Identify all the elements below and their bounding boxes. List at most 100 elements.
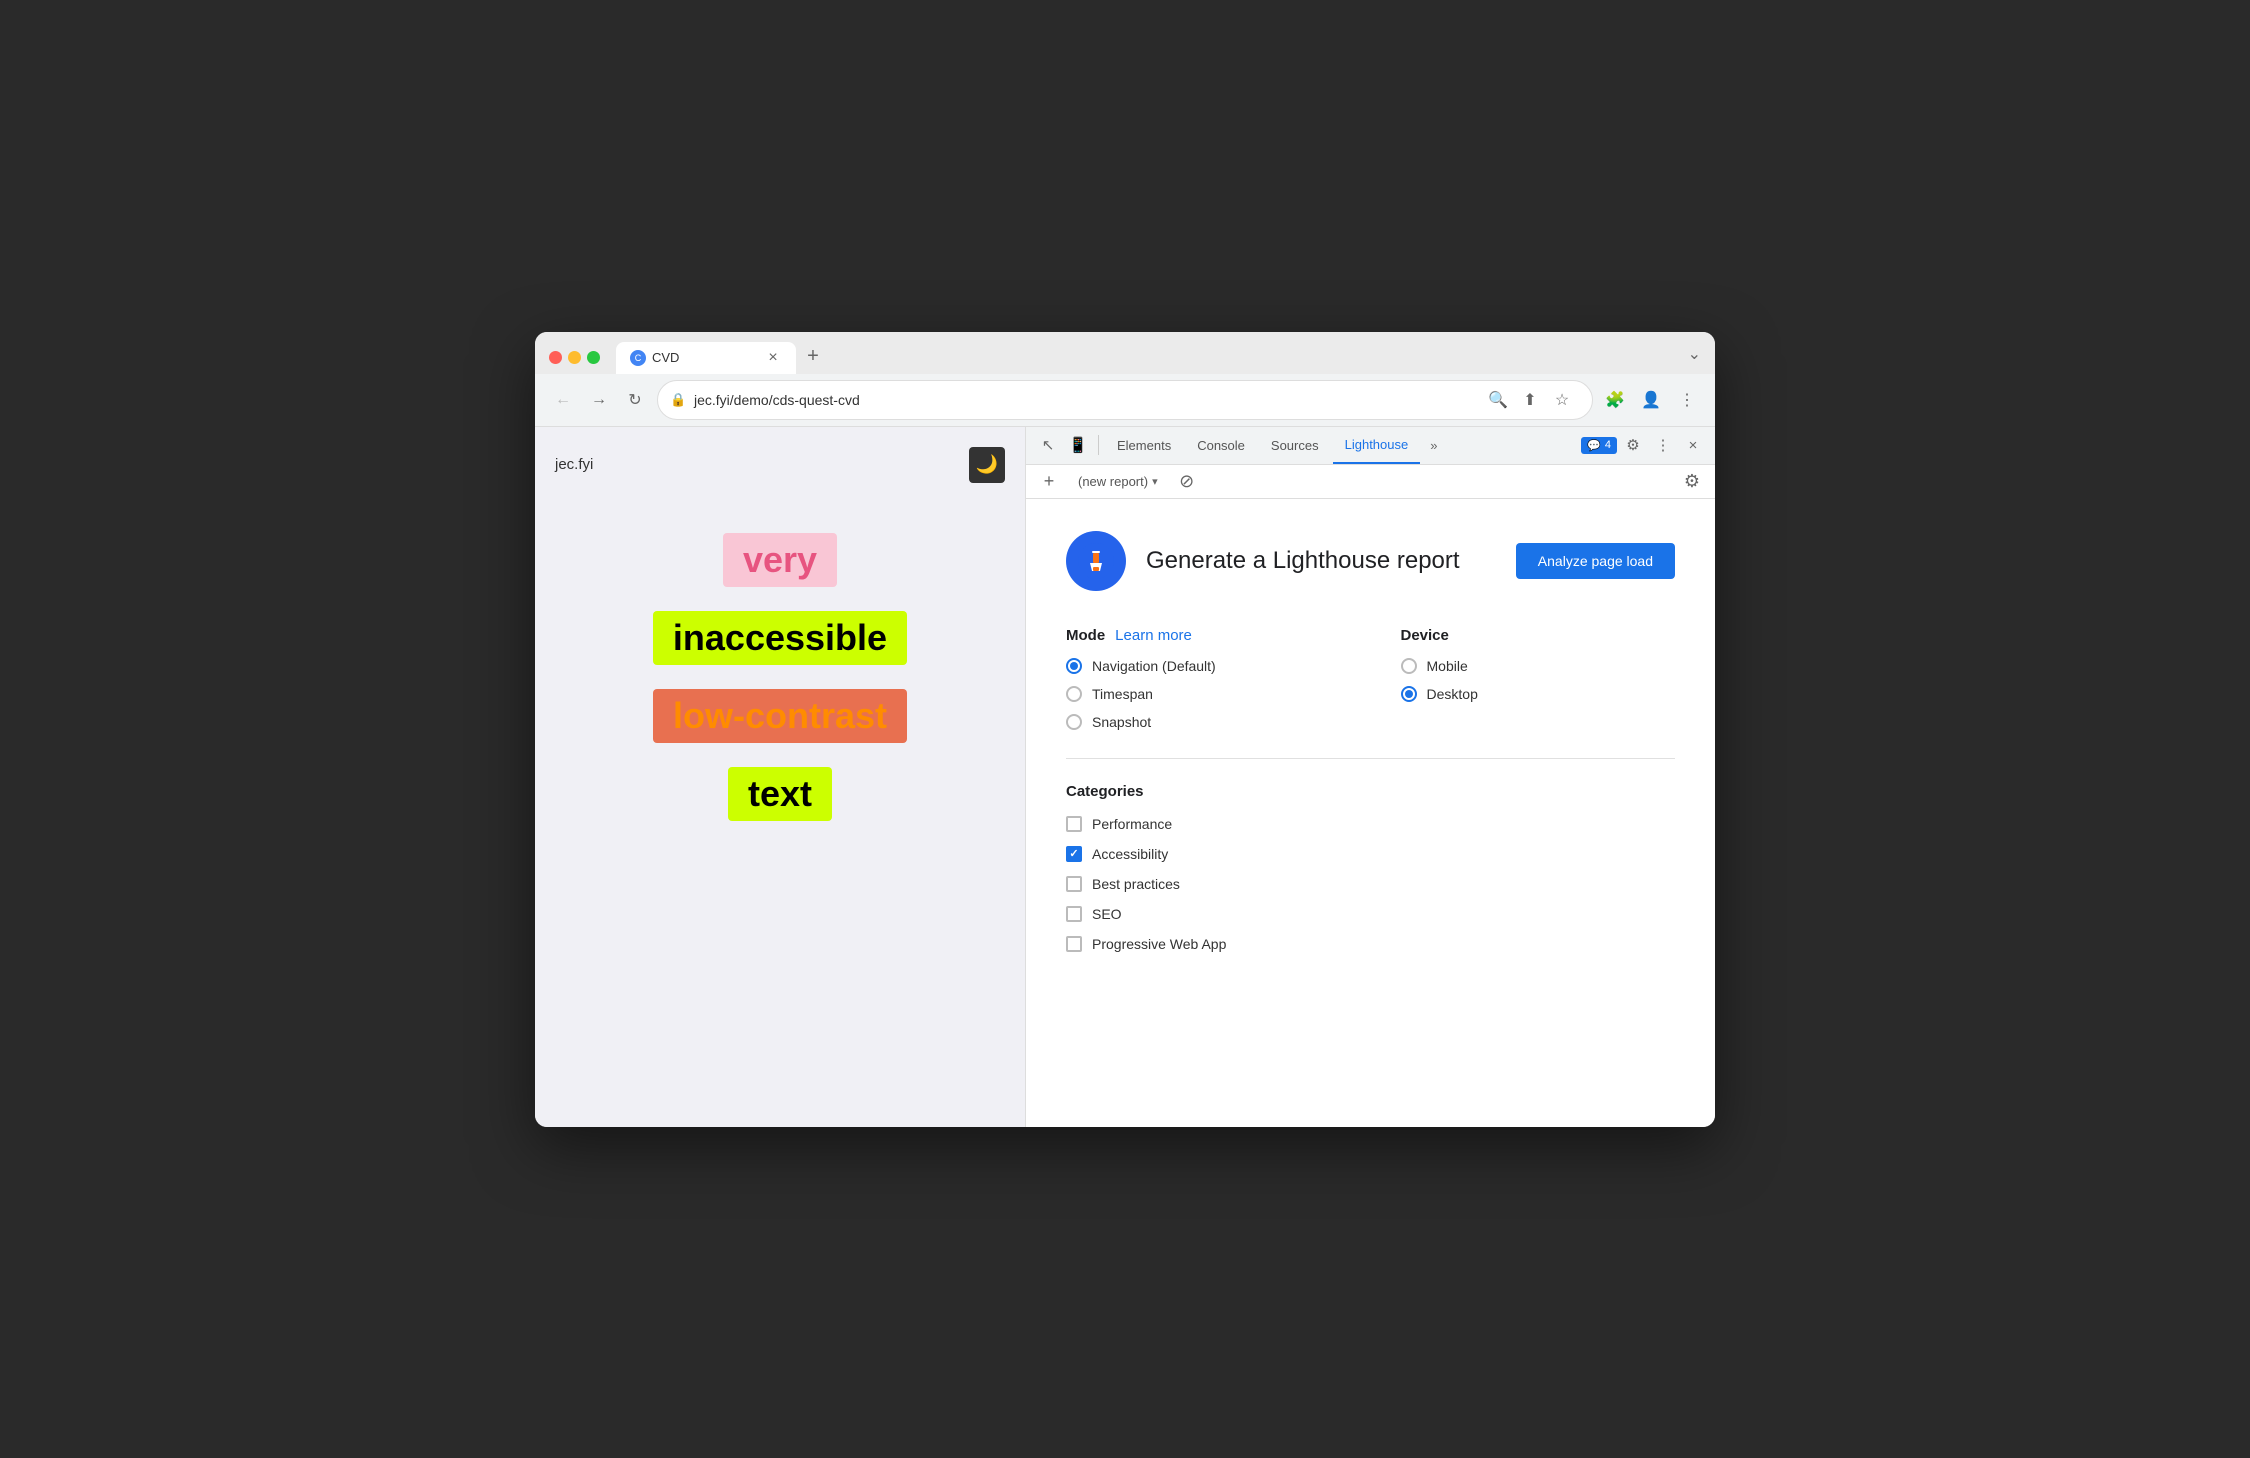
browser-menu-button[interactable]: ⋮ [1673, 386, 1701, 414]
close-traffic-light[interactable] [549, 351, 562, 364]
search-icon-btn[interactable]: 🔍 [1484, 386, 1512, 414]
category-best-practices-label: Best practices [1092, 876, 1180, 892]
tab-close-button[interactable]: × [764, 349, 782, 367]
lock-icon: 🔒 [670, 392, 686, 408]
learn-more-link[interactable]: Learn more [1115, 627, 1192, 644]
cursor-tool-button[interactable]: ↖ [1034, 431, 1062, 459]
checkbox-pwa [1066, 936, 1082, 952]
mode-timespan-label: Timespan [1092, 686, 1153, 702]
devtools-panel: ↖ 📱 Elements Console Sources Lighthouse … [1025, 427, 1715, 1127]
checkbox-accessibility: ✓ [1066, 846, 1082, 862]
checkbox-seo [1066, 906, 1082, 922]
reload-button[interactable]: ↻ [621, 386, 649, 414]
tab-more-button[interactable]: » [1422, 426, 1445, 464]
minimize-traffic-light[interactable] [568, 351, 581, 364]
chat-icon: 💬 [1587, 439, 1601, 452]
category-performance-label: Performance [1092, 816, 1172, 832]
category-accessibility-label: Accessibility [1092, 846, 1168, 862]
report-selector[interactable]: (new report) ▾ [1070, 471, 1166, 492]
analyze-page-load-button[interactable]: Analyze page load [1516, 543, 1675, 579]
device-desktop[interactable]: Desktop [1401, 686, 1676, 702]
report-placeholder: (new report) [1078, 474, 1148, 489]
tab-sources[interactable]: Sources [1259, 426, 1331, 464]
category-accessibility[interactable]: ✓ Accessibility [1066, 846, 1675, 862]
maximize-traffic-light[interactable] [587, 351, 600, 364]
radio-timespan-circle [1066, 686, 1082, 702]
devtools-actions: 💬 4 ⚙ ⋮ × [1581, 431, 1707, 459]
categories-checkbox-group: Performance ✓ Accessibility Best practic… [1066, 816, 1675, 952]
browser-window: C CVD × + ⌄ ← → ↻ 🔒 jec.fyi/demo/cds-que… [535, 332, 1715, 1127]
mode-snapshot[interactable]: Snapshot [1066, 714, 1341, 730]
tab-console[interactable]: Console [1185, 426, 1257, 464]
devtools-close-button[interactable]: × [1679, 431, 1707, 459]
tab-title: CVD [652, 350, 758, 365]
address-actions: 🔍 ⬆ ☆ [1484, 386, 1576, 414]
lighthouse-heading: Generate a Lighthouse report [1146, 547, 1496, 575]
dropdown-arrow-icon: ▾ [1152, 475, 1158, 488]
moon-icon: 🌙 [976, 454, 998, 475]
cancel-icon-btn[interactable]: ⊘ [1174, 468, 1200, 494]
traffic-lights [549, 351, 600, 364]
devtools-more-button[interactable]: ⋮ [1649, 431, 1677, 459]
issues-badge[interactable]: 💬 4 [1581, 437, 1617, 454]
tab-favicon: C [630, 350, 646, 366]
demo-word-inaccessible: inaccessible [653, 611, 907, 665]
mode-radio-group: Navigation (Default) Timespan Snapshot [1066, 658, 1341, 730]
reload-icon: ↻ [628, 390, 641, 410]
active-tab[interactable]: C CVD × [616, 342, 796, 374]
tab-separator [1098, 435, 1099, 455]
mode-snapshot-label: Snapshot [1092, 714, 1151, 730]
device-toolbar-button[interactable]: 📱 [1064, 431, 1092, 459]
radio-navigation-dot [1070, 662, 1078, 670]
title-bar: C CVD × + ⌄ [535, 332, 1715, 374]
toolbar-settings-button[interactable]: ⚙ [1679, 468, 1705, 494]
categories-label: Categories [1066, 783, 1675, 800]
back-button[interactable]: ← [549, 386, 577, 414]
radio-mobile-circle [1401, 658, 1417, 674]
url-text: jec.fyi/demo/cds-quest-cvd [694, 392, 860, 408]
back-icon: ← [555, 391, 571, 409]
checkbox-performance [1066, 816, 1082, 832]
tab-elements[interactable]: Elements [1105, 426, 1183, 464]
lighthouse-logo [1066, 531, 1126, 591]
dark-mode-button[interactable]: 🌙 [969, 447, 1005, 483]
category-performance[interactable]: Performance [1066, 816, 1675, 832]
forward-button[interactable]: → [585, 386, 613, 414]
chevron-down-icon: ⌄ [1688, 344, 1701, 364]
category-pwa-label: Progressive Web App [1092, 936, 1226, 952]
category-best-practices[interactable]: Best practices [1066, 876, 1675, 892]
webpage-preview: jec.fyi 🌙 very inaccessible low-contrast… [535, 427, 1025, 1127]
lighthouse-content: Generate a Lighthouse report Analyze pag… [1026, 499, 1715, 1127]
category-seo[interactable]: SEO [1066, 906, 1675, 922]
radio-desktop-dot [1405, 690, 1413, 698]
checkmark-icon: ✓ [1069, 847, 1078, 860]
profile-button[interactable]: 👤 [1637, 386, 1665, 414]
mode-section: Mode Learn more Navigation (Default) [1066, 627, 1341, 730]
tab-bar: C CVD × + [616, 342, 1680, 374]
forward-icon: → [591, 391, 607, 409]
devtools-settings-button[interactable]: ⚙ [1619, 431, 1647, 459]
category-seo-label: SEO [1092, 906, 1122, 922]
lighthouse-toolbar: + (new report) ▾ ⊘ ⚙ [1026, 465, 1715, 499]
device-mobile-label: Mobile [1427, 658, 1468, 674]
tab-list-button[interactable]: ⌄ [1688, 344, 1701, 372]
mode-device-row: Mode Learn more Navigation (Default) [1066, 627, 1675, 730]
tab-lighthouse[interactable]: Lighthouse [1333, 426, 1421, 464]
device-label: Device [1401, 627, 1449, 644]
demo-word-text: text [728, 767, 832, 821]
add-report-button[interactable]: + [1036, 468, 1062, 494]
main-content: jec.fyi 🌙 very inaccessible low-contrast… [535, 427, 1715, 1127]
mode-navigation[interactable]: Navigation (Default) [1066, 658, 1341, 674]
category-pwa[interactable]: Progressive Web App [1066, 936, 1675, 952]
new-tab-button[interactable]: + [798, 342, 828, 372]
radio-navigation-circle [1066, 658, 1082, 674]
checkbox-best-practices [1066, 876, 1082, 892]
bookmark-icon-btn[interactable]: ☆ [1548, 386, 1576, 414]
mode-timespan[interactable]: Timespan [1066, 686, 1341, 702]
issues-count: 4 [1605, 439, 1611, 451]
extensions-button[interactable]: 🧩 [1601, 386, 1629, 414]
device-mobile[interactable]: Mobile [1401, 658, 1676, 674]
toolbar-right: ⚙ [1679, 468, 1705, 494]
address-input[interactable]: 🔒 jec.fyi/demo/cds-quest-cvd 🔍 ⬆ ☆ [657, 380, 1593, 420]
share-icon-btn[interactable]: ⬆ [1516, 386, 1544, 414]
